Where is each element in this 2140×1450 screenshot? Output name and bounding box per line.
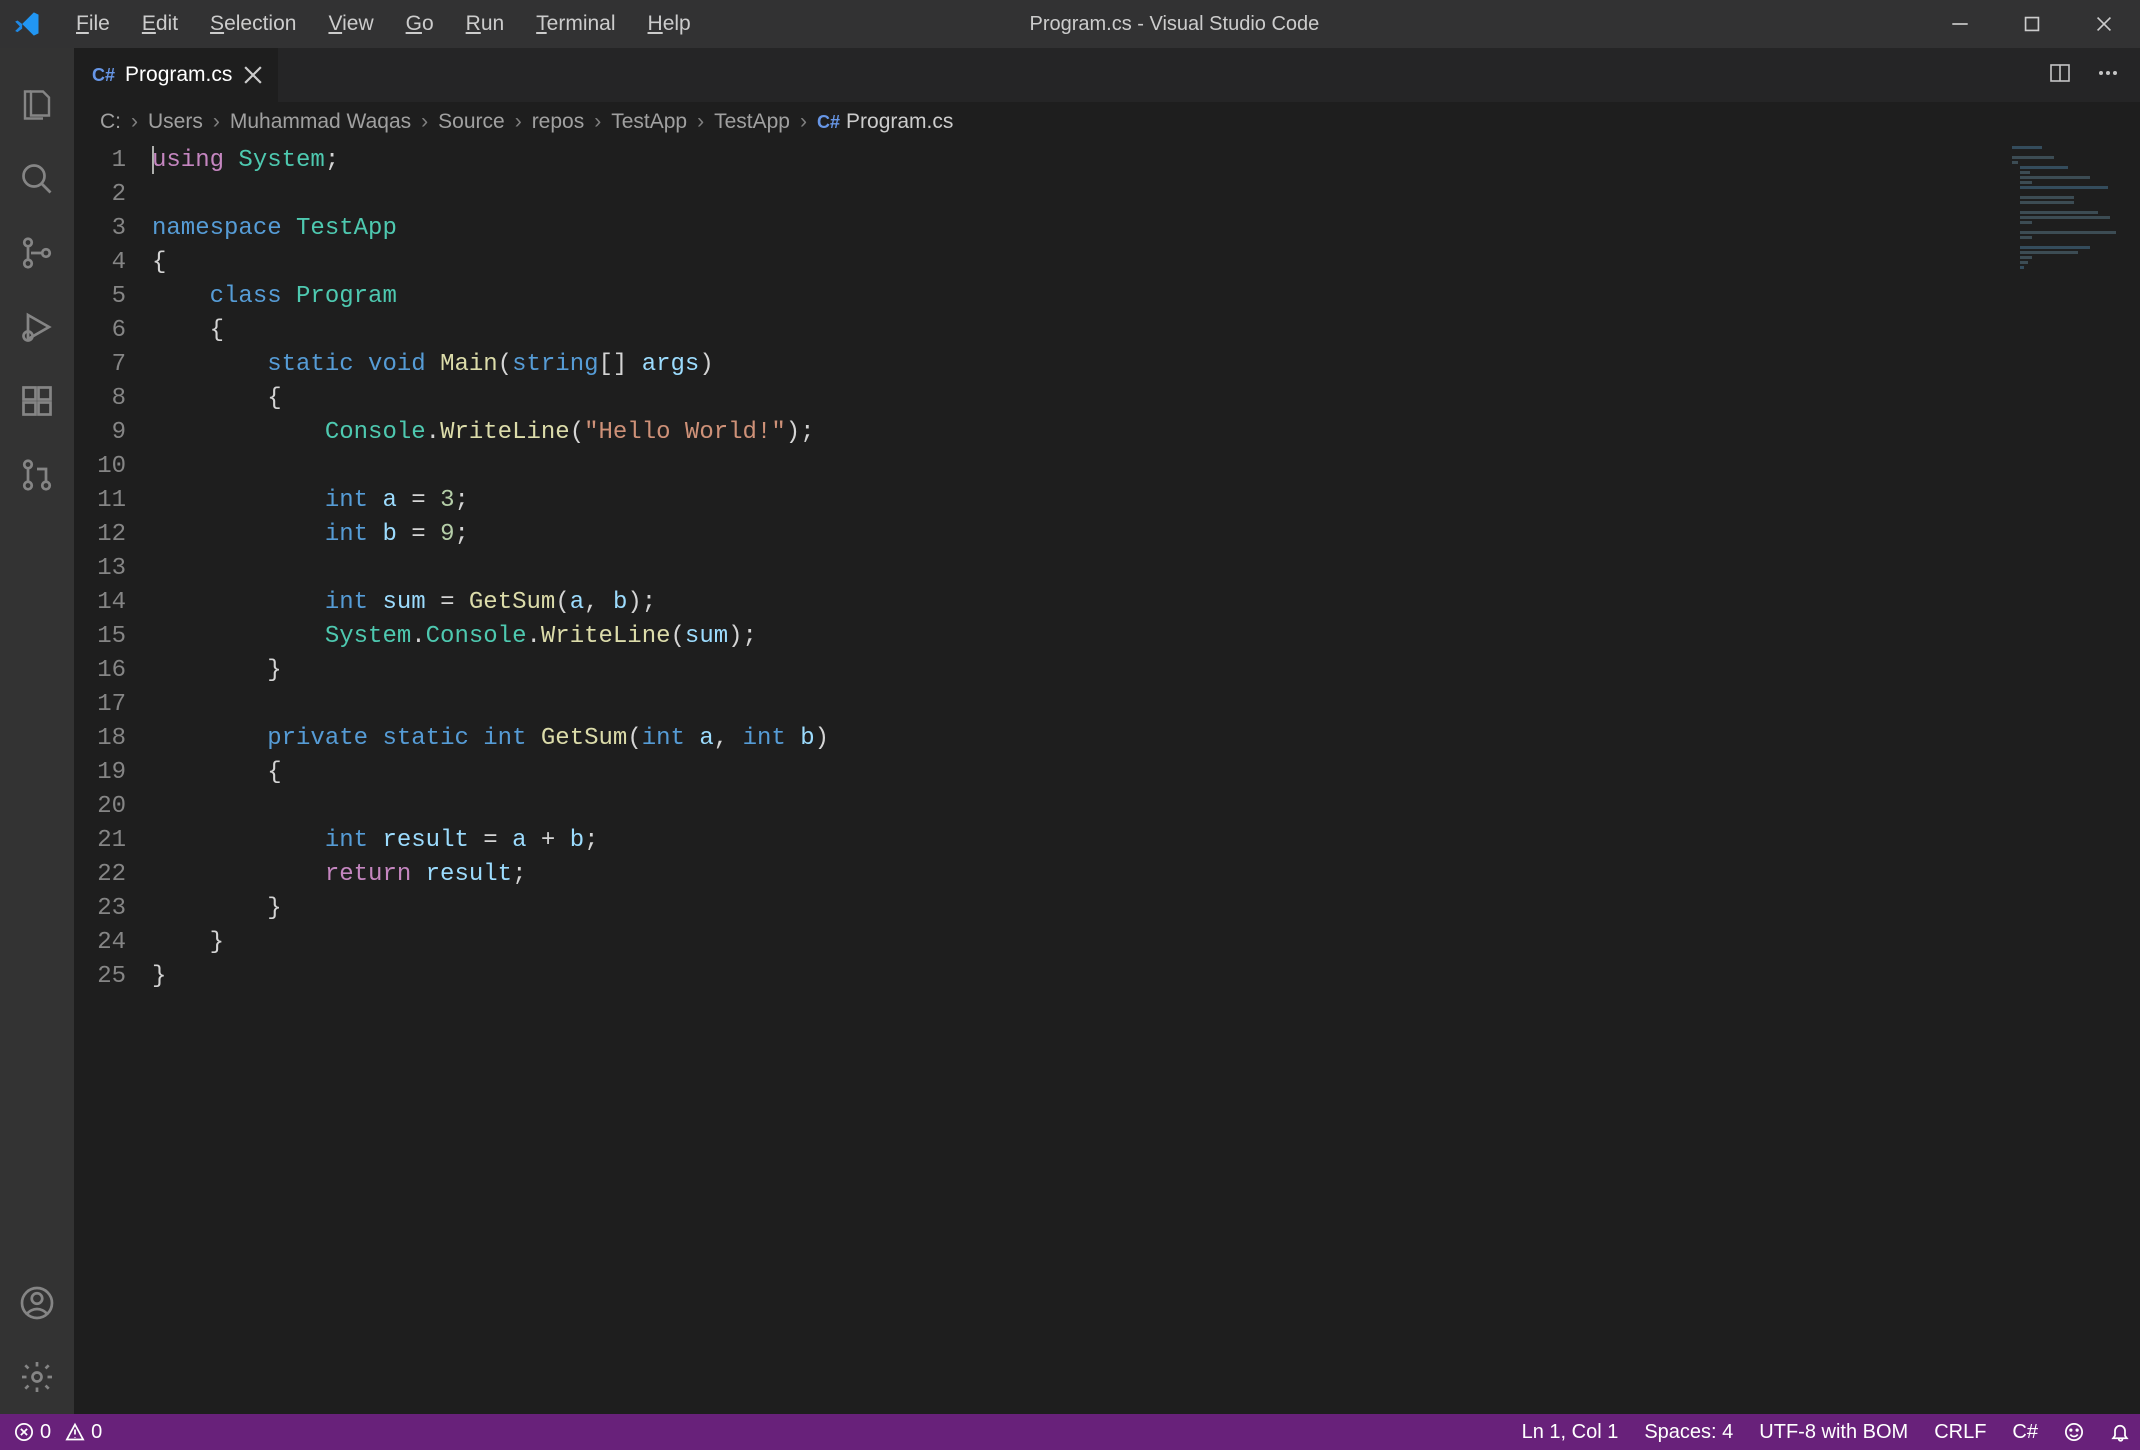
close-button[interactable]: [2068, 0, 2140, 48]
menu-go[interactable]: Go: [392, 8, 448, 40]
extensions-button[interactable]: [0, 364, 74, 438]
menu-edit[interactable]: Edit: [128, 8, 192, 40]
tab-row: C# Program.cs: [74, 48, 2140, 102]
minimize-button[interactable]: [1924, 0, 1996, 48]
close-icon[interactable]: [242, 64, 264, 86]
breadcrumb[interactable]: C: › Users › Muhammad Waqas › Source › r…: [74, 102, 2140, 142]
bc-file[interactable]: C#Program.cs: [817, 110, 953, 134]
editor-area: C# Program.cs C: › Users › Muhammad Waqa…: [74, 48, 2140, 1414]
line-gutter: 1234567891011121314151617181920212223242…: [74, 142, 152, 1414]
maximize-button[interactable]: [1996, 0, 2068, 48]
tab-label: Program.cs: [125, 63, 232, 87]
editor-actions: [2048, 48, 2140, 102]
status-eol[interactable]: CRLF: [1934, 1421, 1986, 1444]
chevron-right-icon: ›: [800, 110, 807, 134]
csharp-icon: C#: [92, 65, 115, 86]
chevron-right-icon: ›: [697, 110, 704, 134]
menu-selection[interactable]: Selection: [196, 8, 310, 40]
error-count: 0: [40, 1421, 51, 1444]
chevron-right-icon: ›: [421, 110, 428, 134]
menu-file[interactable]: File: [62, 8, 124, 40]
notifications-icon[interactable]: [2110, 1422, 2130, 1442]
bc-item[interactable]: Muhammad Waqas: [230, 110, 411, 134]
status-encoding[interactable]: UTF-8 with BOM: [1759, 1421, 1908, 1444]
status-cursor-position[interactable]: Ln 1, Col 1: [1522, 1421, 1619, 1444]
split-editor-icon[interactable]: [2048, 61, 2072, 90]
explorer-button[interactable]: [0, 68, 74, 142]
menu-help[interactable]: Help: [634, 8, 705, 40]
bc-item[interactable]: repos: [532, 110, 585, 134]
menu-bar: File Edit Selection View Go Run Terminal…: [62, 8, 705, 40]
source-control-button[interactable]: [0, 216, 74, 290]
search-button[interactable]: [0, 142, 74, 216]
csharp-icon: C#: [817, 112, 840, 132]
status-language[interactable]: C#: [2012, 1421, 2038, 1444]
bc-drive[interactable]: C:: [100, 110, 121, 134]
bc-item[interactable]: TestApp: [714, 110, 790, 134]
menu-run[interactable]: Run: [452, 8, 519, 40]
accounts-button[interactable]: [0, 1266, 74, 1340]
code-editor[interactable]: 1234567891011121314151617181920212223242…: [74, 142, 2140, 1414]
more-actions-icon[interactable]: [2096, 61, 2120, 90]
activity-bar: [0, 48, 74, 1414]
chevron-right-icon: ›: [131, 110, 138, 134]
status-errors[interactable]: 0: [14, 1421, 51, 1444]
menu-view[interactable]: View: [314, 8, 387, 40]
vscode-logo-icon: [14, 10, 42, 38]
chevron-right-icon: ›: [515, 110, 522, 134]
bc-item[interactable]: Source: [438, 110, 505, 134]
status-bar: 0 0 Ln 1, Col 1 Spaces: 4 UTF-8 with BOM…: [0, 1414, 2140, 1450]
chevron-right-icon: ›: [594, 110, 601, 134]
window-title: Program.cs - Visual Studio Code: [705, 13, 1924, 36]
menu-terminal[interactable]: Terminal: [522, 8, 629, 40]
chevron-right-icon: ›: [213, 110, 220, 134]
pull-requests-button[interactable]: [0, 438, 74, 512]
window-controls: [1924, 0, 2140, 48]
tab-program-cs[interactable]: C# Program.cs: [74, 48, 279, 102]
code-content[interactable]: using System;namespace TestApp{ class Pr…: [152, 142, 2140, 1414]
settings-button[interactable]: [0, 1340, 74, 1414]
feedback-icon[interactable]: [2064, 1422, 2084, 1442]
title-bar: File Edit Selection View Go Run Terminal…: [0, 0, 2140, 48]
status-warnings[interactable]: 0: [65, 1421, 102, 1444]
run-debug-button[interactable]: [0, 290, 74, 364]
status-indentation[interactable]: Spaces: 4: [1644, 1421, 1733, 1444]
bc-item[interactable]: TestApp: [611, 110, 687, 134]
bc-item[interactable]: Users: [148, 110, 203, 134]
warning-count: 0: [91, 1421, 102, 1444]
